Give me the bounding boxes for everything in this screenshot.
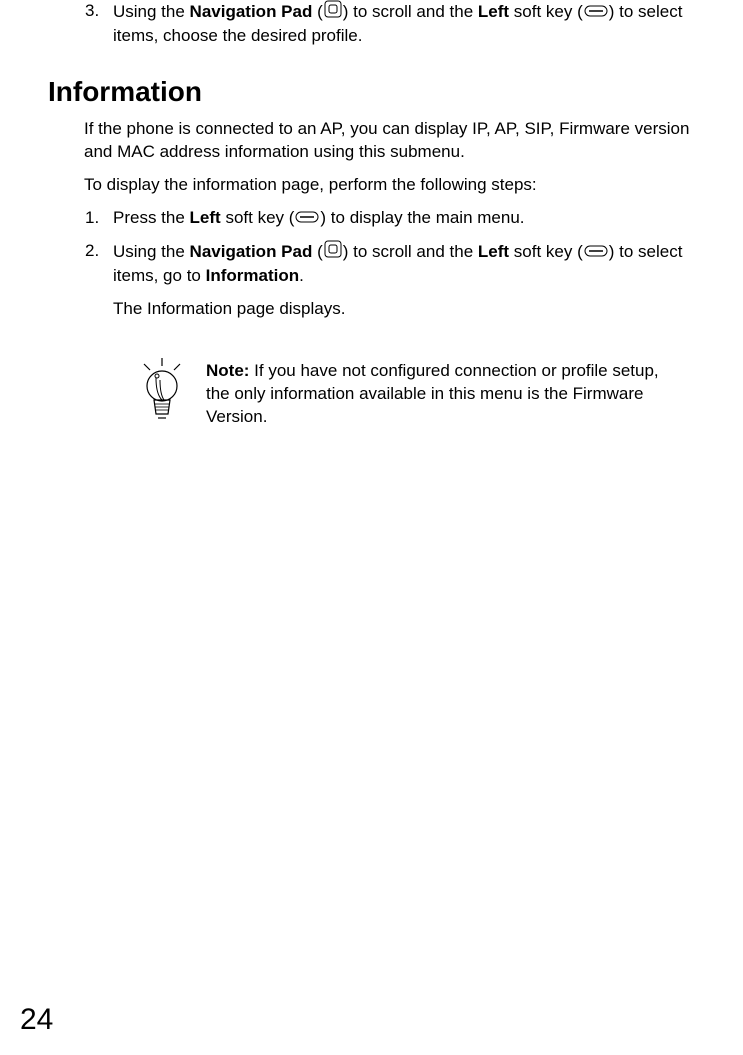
text: ) to scroll and the — [343, 242, 478, 261]
step-3: 3. Using the Navigation Pad () to scroll… — [113, 0, 723, 48]
note-label: Note: — [206, 361, 249, 380]
left-label: Left — [190, 208, 221, 227]
text: ) to scroll and the — [343, 2, 478, 21]
text: Using the — [113, 242, 190, 261]
information-label: Information — [206, 266, 300, 285]
text: soft key ( — [509, 2, 583, 21]
section-heading-information: Information — [48, 76, 723, 108]
note-text: Note: If you have not configured connect… — [206, 360, 663, 429]
note-box: Note: If you have not configured connect… — [136, 360, 723, 429]
step-2: 2. Using the Navigation Pad () to scroll… — [113, 240, 723, 288]
text: ) to display the main menu. — [320, 208, 524, 227]
left-label: Left — [478, 2, 509, 21]
step-1-number: 1. — [85, 207, 99, 230]
result-text: The Information page displays. — [113, 298, 723, 321]
note-body: If you have not configured connection or… — [206, 361, 659, 426]
soft-key-icon — [295, 207, 319, 230]
text: Press the — [113, 208, 190, 227]
soft-key-icon — [584, 241, 608, 264]
text: ( — [312, 242, 322, 261]
text: soft key ( — [509, 242, 583, 261]
left-label: Left — [478, 242, 509, 261]
page-number: 24 — [20, 1003, 53, 1037]
text: . — [299, 266, 304, 285]
step-3-number: 3. — [85, 0, 99, 23]
step-1: 1. Press the Left soft key () to display… — [113, 207, 723, 230]
navigation-pad-icon — [324, 240, 342, 265]
text: ( — [312, 2, 322, 21]
lightbulb-icon — [136, 356, 188, 426]
text: Using the — [113, 2, 190, 21]
intro-paragraph-2: To display the information page, perform… — [84, 174, 723, 197]
navigation-pad-icon — [324, 0, 342, 25]
soft-key-icon — [584, 1, 608, 24]
navpad-label: Navigation Pad — [190, 242, 313, 261]
intro-paragraph-1: If the phone is connected to an AP, you … — [84, 118, 723, 164]
text: soft key ( — [221, 208, 295, 227]
navpad-label: Navigation Pad — [190, 2, 313, 21]
step-2-number: 2. — [85, 240, 99, 263]
